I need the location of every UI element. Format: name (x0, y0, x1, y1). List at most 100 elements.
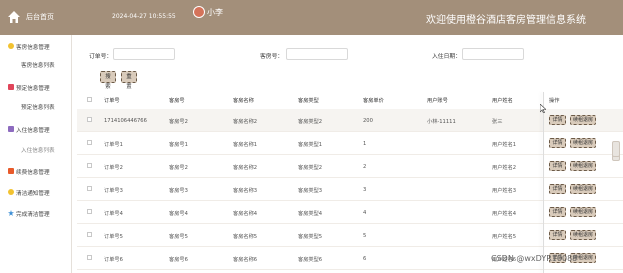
table-cell: 小林-11111 (427, 119, 456, 125)
table-row[interactable]: 订单号3 客房号3 客房名称3 客房类型3 3 用户姓名3 详情 续租退房 (77, 178, 623, 201)
table-row[interactable]: 订单号4 客房号4 客房名称4 客房类型4 4 用户姓名4 详情 续租退房 (77, 201, 623, 224)
checkout-button[interactable]: 续租退房 (570, 138, 596, 148)
column-header: 客房单价 (363, 98, 384, 104)
table-cell: 张三 (492, 119, 503, 125)
detail-button[interactable]: 详情 (549, 138, 566, 148)
table-cell: 4 (363, 210, 367, 216)
table-cell: 客房号2 (169, 119, 188, 125)
checkout-button[interactable]: 续租退房 (570, 230, 596, 240)
sidebar-item-room-management[interactable]: 客房信息管理 (0, 38, 72, 56)
sidebar-item-booking-management[interactable]: 预定信息管理 (0, 79, 72, 97)
table-cell: 客房类型2 (298, 119, 323, 125)
table-cell: 订单号1 (104, 142, 123, 148)
table-cell: 客房号2 (169, 165, 188, 171)
checkout-button[interactable]: 续租退房 (570, 207, 596, 217)
table-cell: 客房名称6 (233, 257, 258, 263)
column-header: 客房类型 (298, 98, 319, 104)
table-cell: 用户姓名3 (492, 188, 517, 194)
sidebar-item-cleaning-notice[interactable]: 清洁通知管理 (0, 184, 72, 202)
fixed-column-divider (543, 92, 544, 273)
table-cell: 订单号3 (104, 188, 123, 194)
sidebar-item-label: 完成清洁管理 (16, 212, 50, 218)
document-icon (8, 126, 14, 132)
row-checkbox[interactable] (87, 232, 92, 237)
bell-icon (8, 189, 14, 195)
detail-button[interactable]: 详情 (549, 115, 566, 125)
table-cell: 用户姓名1 (492, 142, 517, 148)
table-row[interactable]: 订单号5 客房号5 客房名称5 客房类型5 5 用户姓名5 详情 续租退房 (77, 224, 623, 247)
detail-button[interactable]: 详情 (549, 230, 566, 240)
sidebar-item-room-list[interactable]: 客房信息列表 (0, 56, 72, 74)
room-number-label: 客房号： (260, 54, 284, 60)
detail-button[interactable]: 详情 (549, 161, 566, 171)
circle-icon (8, 43, 14, 49)
checkout-button[interactable]: 续租退房 (570, 115, 596, 125)
column-header: 用户账号 (427, 98, 448, 104)
table-row[interactable]: 订单号1 客房号1 客房名称1 客房类型1 1 用户姓名1 详情 续租退房 (77, 132, 623, 155)
column-header: 订单号 (104, 98, 120, 104)
sidebar-item-label: 入住信息列表 (21, 148, 55, 154)
sidebar-item-label: 入住信息管理 (16, 128, 50, 134)
checkout-button[interactable]: 续租退房 (570, 184, 596, 194)
sidebar-item-renewal-management[interactable]: 续费信息管理 (0, 163, 72, 181)
table-cell: 客房名称2 (233, 165, 258, 171)
table-cell: 客房号4 (169, 211, 188, 217)
table-cell: 客房名称5 (233, 234, 258, 240)
table-cell: 客房类型4 (298, 211, 323, 217)
row-checkbox[interactable] (87, 186, 92, 191)
checkin-date-label: 入住日期： (432, 54, 461, 60)
table-cell: 1714106446766 (104, 118, 147, 124)
username[interactable]: 小李 (207, 7, 223, 18)
sidebar-item-label: 预定信息管理 (16, 86, 50, 92)
table-cell: 订单号6 (104, 257, 123, 263)
table-cell: 3 (363, 187, 367, 193)
table-cell: 客房名称4 (233, 211, 258, 217)
main-content: 订单号： 客房号： 入住日期： 搜索 重置 订单号 客房号 客房名称 客房类型 … (77, 35, 623, 273)
table-cell: 客房号1 (169, 142, 188, 148)
checkout-button[interactable]: 续租退房 (570, 161, 596, 171)
table-cell: 客房类型6 (298, 257, 323, 263)
sidebar: 客房信息管理 客房信息列表 预定信息管理 预定信息列表 入住信息管理 入住信息列… (0, 35, 72, 273)
row-checkbox[interactable] (87, 255, 92, 260)
column-header: 客房名称 (233, 98, 254, 104)
home-icon[interactable] (7, 10, 21, 24)
checkin-date-input[interactable] (462, 48, 524, 60)
sidebar-item-label: 客房信息列表 (21, 63, 55, 69)
order-number-input[interactable] (113, 48, 175, 60)
table-cell: 2 (363, 164, 367, 170)
row-checkbox[interactable] (87, 209, 92, 214)
table-cell: 订单号4 (104, 211, 123, 217)
grid-icon (8, 168, 14, 174)
star-icon (8, 210, 14, 216)
row-checkbox[interactable] (87, 117, 92, 122)
select-all-checkbox[interactable] (87, 97, 92, 102)
watermark: CSDN @wxDYR10088 (491, 254, 578, 263)
home-link[interactable]: 后台首页 (26, 12, 54, 22)
table-cell: 用户姓名4 (492, 211, 517, 217)
table-cell: 客房类型5 (298, 234, 323, 240)
right-scroll-handle[interactable] (612, 141, 620, 157)
row-checkbox[interactable] (87, 163, 92, 168)
row-checkbox[interactable] (87, 140, 92, 145)
table-cell: 客房类型2 (298, 165, 323, 171)
table-cell: 客房号3 (169, 188, 188, 194)
detail-button[interactable]: 详情 (549, 207, 566, 217)
reset-button[interactable]: 重置 (121, 71, 137, 90)
table-cell: 客房类型3 (298, 188, 323, 194)
table-cell: 5 (363, 233, 367, 239)
sidebar-item-checkin-list[interactable]: 入住信息列表 (0, 141, 72, 159)
detail-button[interactable]: 详情 (549, 184, 566, 194)
table-cell: 1 (363, 141, 367, 147)
sidebar-item-label: 预定信息列表 (21, 105, 55, 111)
room-number-input[interactable] (286, 48, 348, 60)
bookmark-icon (8, 84, 14, 90)
table-cell: 客房号5 (169, 234, 188, 240)
sidebar-item-checkin-management[interactable]: 入住信息管理 (0, 121, 72, 139)
avatar[interactable] (193, 6, 205, 18)
table-row[interactable]: 订单号2 客房号2 客房名称2 客房类型2 2 用户姓名2 详情 续租退房 (77, 155, 623, 178)
sidebar-item-label: 客房信息管理 (16, 45, 50, 51)
table-cell: 200 (363, 118, 373, 124)
sidebar-item-cleaning-complete[interactable]: 完成清洁管理 (0, 205, 72, 223)
search-button[interactable]: 搜索 (100, 71, 116, 90)
sidebar-item-booking-list[interactable]: 预定信息列表 (0, 98, 72, 116)
